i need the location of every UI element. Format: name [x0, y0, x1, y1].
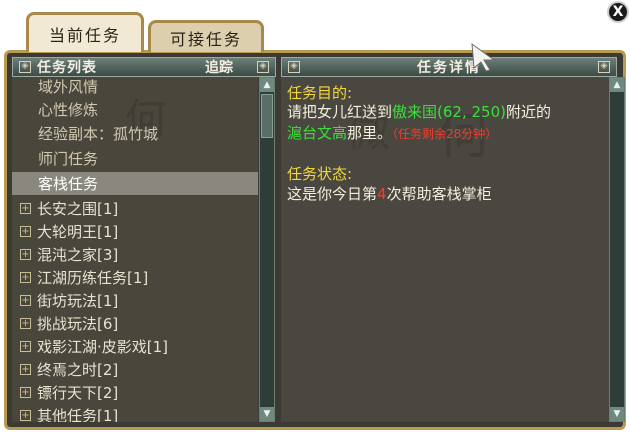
- tab-current-quests[interactable]: 当前任务: [26, 12, 144, 52]
- goal-text: 那里。: [347, 124, 393, 142]
- list-item[interactable]: 心性修炼: [12, 98, 258, 121]
- category-row[interactable]: + 混沌之家 [3]: [12, 243, 258, 266]
- category-row[interactable]: + 街坊玩法 [1]: [12, 289, 258, 312]
- category-count: [2]: [97, 383, 119, 402]
- quest-list: 何 域外风情 心性修炼 经验副本：孤竹城 师门任务 客栈任务 + 长安之围 [1] …: [12, 77, 258, 422]
- list-item-label: 心性修炼: [38, 101, 99, 119]
- category-name: 混沌之家: [37, 246, 98, 264]
- expand-icon[interactable]: +: [20, 249, 31, 260]
- tab-available-quests-label: 可接任务: [169, 29, 242, 49]
- goal-location-link[interactable]: 傲来国(62, 250): [392, 103, 506, 121]
- category-row[interactable]: + 挑战玩法 [6]: [12, 312, 258, 335]
- expand-icon[interactable]: +: [20, 226, 31, 237]
- scroll-down-icon[interactable]: ▼: [610, 407, 624, 421]
- category-count: [2]: [97, 360, 119, 379]
- close-button[interactable]: X: [607, 1, 629, 23]
- quest-window: 当前任务 可接任务 X ◈ 任务列表 追踪 ◈ ◈ 任务详情 ◈ 何 域外风情 …: [0, 0, 630, 432]
- cursor-icon: [471, 42, 496, 72]
- category-name: 戏影江湖·皮影戏: [37, 338, 147, 356]
- list-item-selected[interactable]: 客栈任务: [12, 172, 258, 195]
- status-count: 4: [377, 185, 387, 203]
- category-name: 江湖历练任务: [37, 269, 128, 287]
- category-name: 长安之围: [37, 200, 98, 218]
- list-panel-header: ◈ 任务列表 追踪 ◈: [12, 57, 276, 77]
- category-count: [1]: [97, 406, 119, 423]
- category-name: 镖行天下: [37, 384, 98, 402]
- category-count: [1]: [97, 199, 119, 218]
- scroll-thumb[interactable]: [261, 94, 273, 138]
- expand-icon[interactable]: +: [20, 364, 31, 375]
- expand-icon[interactable]: +: [20, 341, 31, 352]
- goal-npc-link[interactable]: 滬台文高: [287, 124, 347, 142]
- list-scrollbar[interactable]: ▲ ▼: [259, 77, 275, 422]
- tab-current-quests-label: 当前任务: [48, 25, 121, 45]
- list-item-label: 域外风情: [38, 78, 99, 96]
- goal-timer: （任务剩余28分钟）: [392, 127, 498, 141]
- category-name: 街坊玩法: [37, 292, 98, 310]
- category-count: [1]: [97, 291, 119, 310]
- goal-text: 请把女儿红送到: [287, 103, 393, 121]
- detail-panel-header: ◈ 任务详情 ◈: [281, 57, 617, 77]
- list-item[interactable]: 域外风情: [12, 77, 258, 98]
- expand-icon[interactable]: +: [20, 387, 31, 398]
- expand-icon[interactable]: +: [20, 318, 31, 329]
- category-count: [1]: [97, 222, 119, 241]
- header-ornament-icon: ◈: [19, 61, 31, 73]
- list-item-label: 客栈任务: [38, 175, 99, 193]
- scroll-down-icon[interactable]: ▼: [260, 407, 274, 421]
- category-row[interactable]: + 其他任务 [1]: [12, 404, 258, 422]
- expand-icon[interactable]: +: [20, 272, 31, 283]
- list-item[interactable]: 师门任务: [12, 147, 258, 170]
- scroll-up-icon[interactable]: ▲: [260, 78, 274, 92]
- close-icon: X: [612, 4, 624, 20]
- category-count: [1]: [127, 268, 149, 287]
- expand-icon[interactable]: +: [20, 203, 31, 214]
- category-name: 终焉之时: [37, 361, 98, 379]
- expand-icon[interactable]: +: [20, 410, 31, 421]
- detail-scrollbar[interactable]: ▲ ▼: [609, 77, 625, 422]
- category-row[interactable]: + 长安之围 [1]: [12, 197, 258, 220]
- tab-available-quests[interactable]: 可接任务: [148, 20, 264, 52]
- goal-line-2: 滬台文高那里。（任务剩余28分钟）: [287, 122, 497, 143]
- scroll-up-icon[interactable]: ▲: [610, 78, 624, 92]
- status-label: 任务状态:: [287, 165, 353, 183]
- list-item-label: 经验副本：孤竹城: [38, 125, 159, 143]
- header-ornament-icon: ◈: [257, 61, 269, 73]
- category-count: [1]: [146, 337, 169, 356]
- status-text: 这是你今日第: [287, 185, 378, 203]
- category-name: 挑战玩法: [37, 315, 98, 333]
- track-button[interactable]: 追踪: [205, 57, 233, 77]
- list-panel-title: 任务列表: [37, 60, 97, 76]
- category-row[interactable]: + 大轮明王 [1]: [12, 220, 258, 243]
- category-name: 大轮明王: [37, 223, 98, 241]
- expand-icon[interactable]: +: [20, 295, 31, 306]
- goal-label: 任务目的:: [287, 84, 353, 102]
- list-item[interactable]: 经验副本：孤竹城: [12, 122, 258, 145]
- category-row[interactable]: + 戏影江湖·皮影戏 [1]: [12, 335, 258, 358]
- goal-line-1: 请把女儿红送到傲来国(62, 250)附近的: [287, 101, 551, 122]
- status-line: 这是你今日第4次帮助客栈掌柜: [287, 183, 492, 204]
- category-count: [6]: [97, 314, 119, 333]
- category-count: [3]: [97, 245, 119, 264]
- category-name: 其他任务: [37, 407, 98, 422]
- status-text: 次帮助客栈掌柜: [386, 185, 492, 203]
- list-item-label: 师门任务: [38, 150, 99, 168]
- category-row[interactable]: + 江湖历练任务 [1]: [12, 266, 258, 289]
- goal-text: 附近的: [505, 103, 551, 121]
- category-row[interactable]: + 镖行天下 [2]: [12, 381, 258, 404]
- category-row[interactable]: + 终焉之时 [2]: [12, 358, 258, 381]
- header-ornament-icon: ◈: [288, 61, 300, 73]
- header-ornament-icon: ◈: [598, 61, 610, 73]
